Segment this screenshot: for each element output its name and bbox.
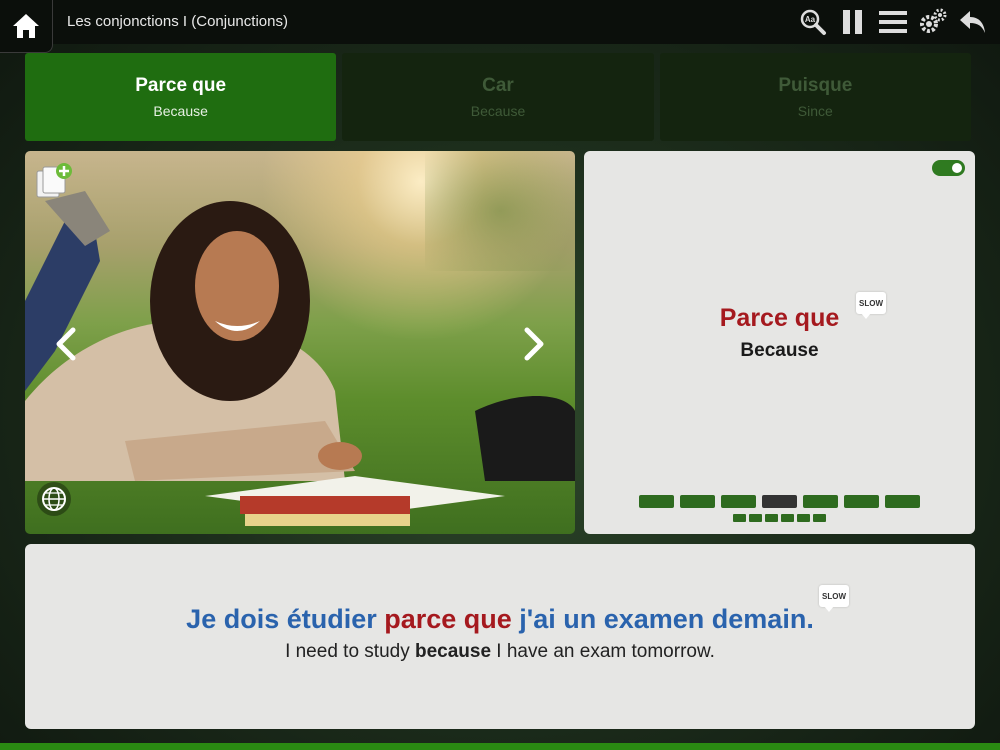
- lesson-photo: [25, 151, 575, 534]
- sentence-en-highlight: because: [414, 641, 492, 662]
- sub-progress: [733, 514, 826, 522]
- home-icon: [13, 14, 39, 38]
- tab-translation: Since: [797, 103, 833, 119]
- tab-puisque[interactable]: Puisque Since: [659, 53, 971, 141]
- sentence-fr-highlight: parce que: [384, 604, 512, 634]
- sentence-slow-audio-button[interactable]: SLOW: [819, 585, 849, 612]
- menu-icon: [879, 11, 907, 33]
- word-translation: Because: [740, 340, 819, 361]
- sentence-en-before: I need to study: [285, 641, 415, 662]
- back-arrow-icon: [960, 11, 985, 33]
- photo-illustration: [25, 191, 575, 526]
- tab-label: Parce que: [135, 75, 227, 96]
- tab-translation: Because: [153, 103, 208, 119]
- bottom-bar: [0, 743, 1000, 750]
- lesson-title: Les conjonctions I (Conjunctions): [67, 13, 288, 30]
- word-french[interactable]: Parce que: [584, 304, 975, 333]
- translation-globe-button[interactable]: [37, 482, 71, 516]
- pause-icon: [843, 10, 862, 34]
- next-image-button[interactable]: [517, 326, 547, 362]
- tab-parce-que[interactable]: Parce que Because: [25, 53, 337, 141]
- progress-segment[interactable]: [639, 495, 674, 508]
- chevron-left-icon: [56, 327, 76, 361]
- sentence-fr-after: j'ai un examen demain.: [511, 604, 814, 634]
- tab-translation: Because: [470, 103, 526, 119]
- sentence-fr-before: Je dois étudier: [186, 604, 385, 634]
- add-flashcard-button[interactable]: [35, 161, 75, 201]
- home-button[interactable]: [0, 0, 53, 53]
- settings-button[interactable]: [916, 6, 950, 38]
- text-size-search-icon: Aa: [800, 9, 826, 35]
- sub-progress-segment: [733, 514, 746, 522]
- progress-segment-current[interactable]: [762, 495, 797, 508]
- toolbar: Aa: [796, 6, 990, 38]
- tab-car[interactable]: Car Because: [342, 53, 654, 141]
- pause-button[interactable]: [836, 6, 870, 38]
- sentence-card: Je dois étudier parce que j'ai un examen…: [25, 544, 975, 729]
- sub-progress-segment: [781, 514, 794, 522]
- sentence-en-after: I have an exam tomorrow.: [491, 641, 715, 662]
- globe-icon: [42, 487, 66, 511]
- word-slow-audio-button[interactable]: SLOW: [856, 292, 886, 319]
- menu-button[interactable]: [876, 6, 910, 38]
- progress-segment[interactable]: [844, 495, 879, 508]
- word-progress: [639, 495, 920, 508]
- add-flashcard-icon: [36, 163, 72, 198]
- chevron-right-icon: [524, 327, 544, 361]
- top-bar: Les conjonctions I (Conjunctions) Aa: [0, 0, 1000, 53]
- text-size-search-button[interactable]: Aa: [796, 6, 830, 38]
- sentence-english: I need to study because I have an exam t…: [25, 641, 975, 663]
- settings-gears-icon: [920, 8, 947, 33]
- back-button[interactable]: [956, 6, 990, 38]
- sub-progress-segment: [765, 514, 778, 522]
- previous-image-button[interactable]: [53, 326, 83, 362]
- word-tabs: Parce que Because Car Because Puisque Si…: [25, 53, 971, 141]
- progress-segment[interactable]: [721, 495, 756, 508]
- sub-progress-segment: [797, 514, 810, 522]
- word-card: Parce que Because SLOW: [584, 151, 975, 534]
- tab-label: Puisque: [778, 75, 853, 96]
- audio-toggle[interactable]: [932, 160, 965, 176]
- sub-progress-segment: [749, 514, 762, 522]
- svg-text:Aa: Aa: [805, 15, 816, 24]
- sub-progress-segment: [813, 514, 826, 522]
- progress-segment[interactable]: [885, 495, 920, 508]
- progress-segment[interactable]: [680, 495, 715, 508]
- tab-label: Car: [482, 75, 514, 96]
- progress-segment[interactable]: [803, 495, 838, 508]
